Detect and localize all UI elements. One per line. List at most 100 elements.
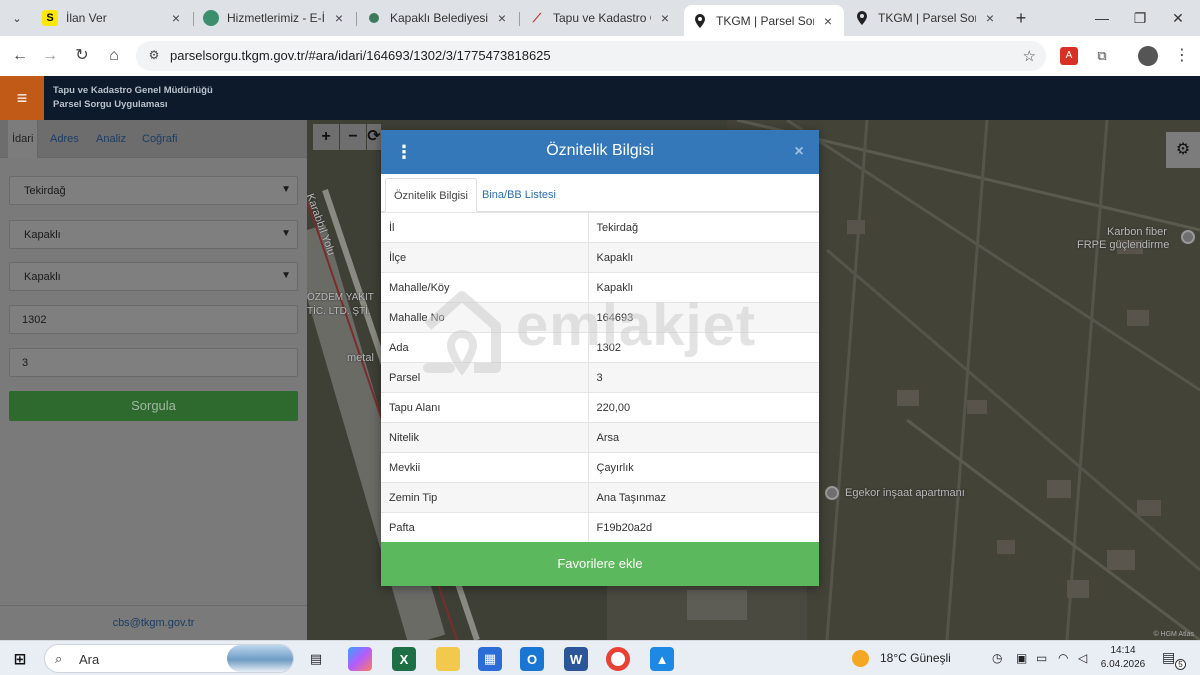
window-close-icon[interactable]: ✕ [1168, 8, 1188, 28]
close-icon[interactable]: × [657, 10, 673, 26]
close-icon[interactable]: × [494, 10, 510, 26]
tab-bina-listesi[interactable]: Bina/BB Listesi [474, 178, 564, 212]
gear-icon[interactable]: ⚙ [1166, 132, 1200, 168]
forward-arrow-icon[interactable]: → [40, 46, 60, 66]
metal-label: metal [347, 352, 374, 364]
close-icon[interactable]: × [168, 10, 184, 26]
parsel-input[interactable]: 3 [9, 348, 298, 377]
tab-oznitelik-bilgisi[interactable]: Öznitelik Bilgisi [385, 178, 477, 212]
extensions-puzzle-icon[interactable]: ⧉ [1092, 46, 1112, 66]
tab-title: İlan Ver [66, 11, 107, 25]
tab-cografi[interactable]: Coğrafi [138, 120, 181, 158]
tab-separator [356, 12, 357, 26]
place-label: Egekor inşaat apartmanı [845, 487, 965, 499]
back-arrow-icon[interactable]: ← [10, 46, 30, 66]
tab-search-chevron-icon[interactable]: ⌄ [6, 7, 28, 29]
more-menu-icon[interactable]: ⋮ [1172, 46, 1192, 66]
notifications-icon[interactable]: ▤ [1162, 649, 1175, 666]
globe-favicon-icon [369, 13, 379, 23]
restore-icon[interactable]: ❐ [1130, 8, 1150, 28]
reload-icon[interactable]: ↻ [72, 46, 92, 66]
add-to-favorites-button[interactable]: Favorilere ekle [381, 542, 819, 586]
browser-tab-tapu-kadastro[interactable]: ⟋ Tapu ve Kadastro Genel × [521, 5, 681, 31]
map-attribution: © HGM Atlas [1153, 631, 1194, 638]
tray-icon[interactable]: ▭ [1036, 651, 1047, 665]
profile-avatar-icon[interactable] [1138, 46, 1158, 66]
url-text[interactable]: parselsorgu.tkgm.gov.tr/#ara/idari/16469… [170, 48, 551, 63]
attribute-key: Tapu Alanı [381, 392, 589, 423]
taskbar-search-box[interactable]: ⌕ Ara [44, 644, 294, 673]
system-clock[interactable]: 14:14 6.04.2026 [1098, 644, 1148, 672]
tab-idari[interactable]: İdari [8, 120, 39, 158]
sorgula-button[interactable]: Sorgula [9, 391, 298, 421]
attribute-row: Mevkii Çayırlık [381, 452, 819, 483]
attribute-key: Pafta [381, 512, 589, 543]
tray-icon[interactable]: ◷ [992, 651, 1002, 665]
excel-icon[interactable]: X [392, 647, 416, 671]
tab-analiz[interactable]: Analiz [92, 120, 130, 158]
attribute-info-modal: ⋮ Öznitelik Bilgisi × Öznitelik Bilgisi … [381, 130, 819, 586]
word-icon[interactable]: W [564, 647, 588, 671]
copilot-icon[interactable] [348, 647, 372, 671]
sun-weather-icon[interactable] [852, 650, 869, 667]
volume-icon[interactable]: ◁ [1078, 651, 1087, 665]
attribute-table: İl Tekirdağ İlçe Kapaklı Mahalle/Köy Kapaklı M… [381, 212, 819, 543]
minimize-icon[interactable]: — [1092, 8, 1112, 28]
contact-email-link[interactable]: cbs@tkgm.gov.tr [0, 605, 307, 640]
bookmark-star-icon[interactable]: ☆ [1023, 47, 1036, 65]
attribute-value: Ana Taşınmaz [588, 482, 819, 513]
place-marker-icon[interactable] [1181, 230, 1195, 244]
search-icon: ⌕ [55, 651, 63, 666]
tray-icon[interactable]: ▣ [1016, 651, 1027, 665]
mahalle-select[interactable]: Kapaklı ▼ [9, 262, 298, 291]
file-explorer-icon[interactable] [436, 647, 460, 671]
pdf-extension-icon[interactable]: A [1060, 47, 1078, 65]
hamburger-menu-icon[interactable]: ≡ [0, 76, 44, 120]
browser-tab-kapakli-cbs[interactable]: Kapaklı Belediyesi CBS × [358, 5, 518, 31]
windows-start-icon[interactable]: ⊞ [8, 647, 32, 671]
address-bar[interactable]: ⚙ parselsorgu.tkgm.gov.tr/#ara/idari/164… [136, 41, 1046, 71]
browser-tab-parsel-sorgu[interactable]: TKGM | Parsel Sorgu Uygulaması × [846, 5, 1006, 31]
company-label: TİC. LTD. ŞTİ. [307, 306, 371, 317]
tab-adres[interactable]: Adres [46, 120, 83, 158]
close-icon[interactable]: × [820, 13, 836, 29]
outlook-icon[interactable]: O [520, 647, 544, 671]
chrome-icon[interactable] [606, 647, 630, 671]
home-icon[interactable]: ⌂ [104, 46, 124, 66]
ada-input[interactable]: 1302 [9, 305, 298, 334]
close-icon[interactable]: × [331, 10, 347, 26]
attribute-key: İl [381, 212, 589, 243]
attribute-key: Mahalle/Köy [381, 272, 589, 303]
attribute-value: Kapaklı [588, 242, 819, 273]
browser-tab-e-imar[interactable]: Hizmetlerimiz - E-İmar × [195, 5, 355, 31]
close-icon[interactable]: × [982, 10, 998, 26]
tab-separator [519, 12, 520, 26]
tab-title: Kapaklı Belediyesi CBS [390, 11, 488, 25]
attribute-row: Ada 1302 [381, 332, 819, 363]
store-icon[interactable]: ▦ [478, 647, 502, 671]
modal-header: ⋮ Öznitelik Bilgisi × [381, 130, 819, 174]
il-select[interactable]: Tekirdağ ▼ [9, 176, 298, 205]
browser-tab-ilan-ver[interactable]: S İlan Ver × [34, 5, 192, 31]
browser-tab-parsel-sorgu-active[interactable]: TKGM | Parsel Sorgu Uygulaması × [684, 5, 844, 36]
weather-text[interactable]: 18°C Güneşli [880, 651, 951, 665]
wifi-icon[interactable]: ◠ [1058, 651, 1068, 665]
ilce-select[interactable]: Kapaklı ▼ [9, 220, 298, 249]
modal-title: Öznitelik Bilgisi [546, 142, 654, 159]
zoom-out-button[interactable]: − [340, 124, 366, 150]
site-info-icon[interactable]: ⚙ [146, 48, 162, 64]
photos-icon[interactable]: ▲ [650, 647, 674, 671]
attribute-key: Ada [381, 332, 589, 363]
attribute-value: 164693 [588, 302, 819, 333]
zoom-in-button[interactable]: + [313, 124, 339, 150]
app-title-line1: Tapu ve Kadastro Genel Müdürlüğü [53, 85, 213, 96]
app-title: Tapu ve Kadastro Genel Müdürlüğü Parsel … [53, 84, 213, 112]
attribute-value: 220,00 [588, 392, 819, 423]
task-view-icon[interactable]: ▤ [304, 647, 328, 671]
windows-taskbar: ⊞ ⌕ Ara ▤ X ▦ O W ▲ 18°C Güneşli ◷ ▣ ▭ ◠… [0, 640, 1200, 675]
new-tab-plus-icon[interactable]: + [1011, 8, 1031, 28]
map-tool-button[interactable]: ⟳ [367, 124, 381, 150]
place-marker-icon[interactable] [825, 486, 839, 500]
close-icon[interactable]: × [791, 142, 807, 162]
attribute-key: Zemin Tip [381, 482, 589, 513]
